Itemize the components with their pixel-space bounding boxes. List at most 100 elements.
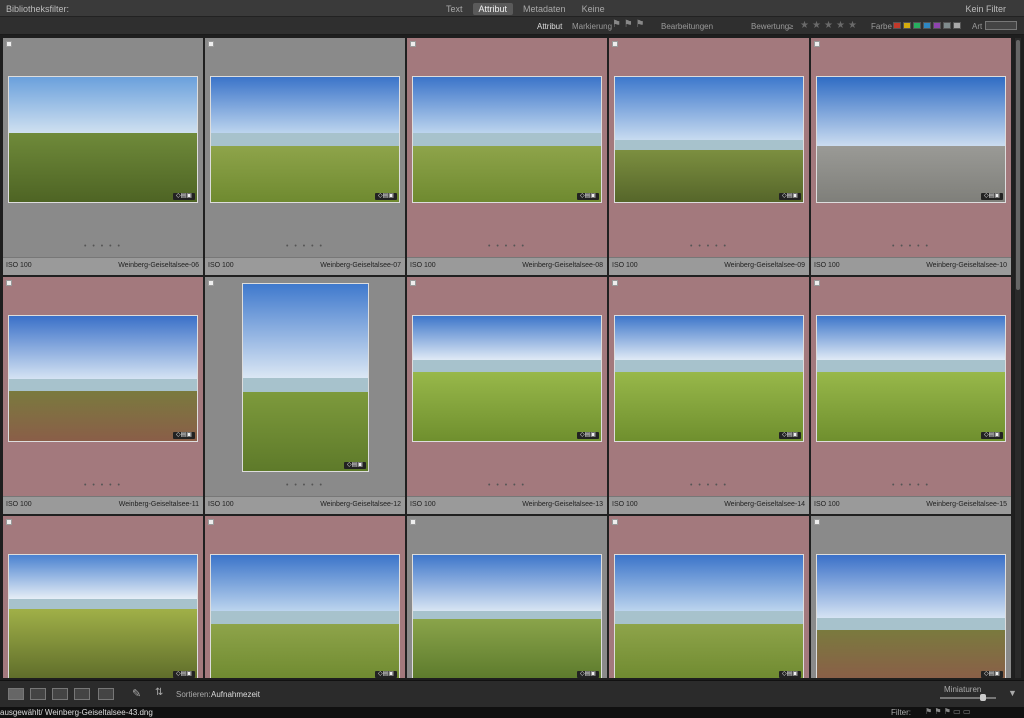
grid-cell[interactable]: ◇▤▣• • • • • bbox=[205, 516, 405, 678]
grid-cell[interactable]: ◇▤▣ • • • • • ISO 100 Weinberg-Geiseltalsee… bbox=[407, 277, 607, 514]
grid-cell[interactable]: ◇▤▣ • • • • • ISO 100 Weinberg-Geiseltalsee… bbox=[3, 38, 203, 275]
selection-checkbox[interactable] bbox=[6, 280, 12, 286]
star-icon[interactable]: ★ bbox=[800, 20, 809, 31]
selection-checkbox[interactable] bbox=[6, 519, 12, 525]
selection-checkbox[interactable] bbox=[410, 519, 416, 525]
tab-attribut[interactable]: Attribut bbox=[472, 3, 514, 15]
rating-dots[interactable]: • • • • • bbox=[3, 243, 203, 250]
tab-keine[interactable]: Keine bbox=[576, 3, 611, 15]
thumbnail-image[interactable]: ◇▤▣ bbox=[412, 554, 602, 678]
grid-cell[interactable]: ◇▤▣ • • • • • ISO 100 Weinberg-Geiseltalsee… bbox=[3, 277, 203, 514]
grid-cell[interactable]: ◇▤▣ • • • • • ISO 100 Weinberg-Geiseltalsee… bbox=[407, 38, 607, 275]
thumbnail-badges-icon[interactable]: ◇▤▣ bbox=[981, 671, 1003, 678]
sort-direction-icon[interactable]: ⇅ bbox=[155, 687, 163, 698]
thumbnail-image[interactable]: ◇▤▣ bbox=[816, 554, 1006, 678]
thumbnail-badges-icon[interactable]: ◇▤▣ bbox=[344, 462, 366, 469]
star-icon[interactable]: ★ bbox=[812, 20, 821, 31]
selection-checkbox[interactable] bbox=[208, 280, 214, 286]
thumbnail-image[interactable]: ◇▤▣ bbox=[412, 315, 602, 442]
filter-flag-icons[interactable]: ⚑ ⚑ ⚑ ▭ ▭ bbox=[925, 707, 971, 716]
thumbnail-image[interactable]: ◇▤▣ bbox=[8, 76, 198, 203]
thumbnail-badges-icon[interactable]: ◇▤▣ bbox=[577, 671, 599, 678]
rating-dots[interactable]: • • • • • bbox=[609, 243, 809, 250]
selection-checkbox[interactable] bbox=[410, 41, 416, 47]
thumbnail-image[interactable]: ◇▤▣ bbox=[210, 76, 400, 203]
tab-metadaten[interactable]: Metadaten bbox=[517, 3, 572, 15]
rating-dots[interactable]: • • • • • bbox=[205, 243, 405, 250]
thumbnail-badges-icon[interactable]: ◇▤▣ bbox=[577, 432, 599, 439]
rating-dots[interactable]: • • • • • bbox=[407, 482, 607, 489]
grid-cell[interactable]: ◇▤▣• • • • • bbox=[3, 516, 203, 678]
rating-dots[interactable]: • • • • • bbox=[811, 482, 1011, 489]
thumbnail-image[interactable]: ◇▤▣ bbox=[614, 554, 804, 678]
selection-checkbox[interactable] bbox=[814, 41, 820, 47]
thumbnail-image[interactable]: ◇▤▣ bbox=[8, 554, 198, 678]
thumbnail-size-slider[interactable] bbox=[940, 697, 996, 699]
grid-cell[interactable]: ◇▤▣• • • • • bbox=[811, 516, 1011, 678]
color-swatch-green[interactable] bbox=[913, 22, 921, 29]
color-swatch-red[interactable] bbox=[893, 22, 901, 29]
rating-dots[interactable]: • • • • • bbox=[407, 243, 607, 250]
thumbnail-badges-icon[interactable]: ◇▤▣ bbox=[779, 193, 801, 200]
scrollbar-thumb[interactable] bbox=[1016, 40, 1020, 290]
selection-checkbox[interactable] bbox=[612, 280, 618, 286]
toolbar-menu-icon[interactable]: ▼ bbox=[1008, 688, 1017, 698]
grid-cell[interactable]: ◇▤▣ • • • • • ISO 100 Weinberg-Geiseltalsee… bbox=[811, 277, 1011, 514]
thumbnail-badges-icon[interactable]: ◇▤▣ bbox=[375, 193, 397, 200]
grid-cell[interactable]: ◇▤▣• • • • • bbox=[407, 516, 607, 678]
selection-checkbox[interactable] bbox=[612, 41, 618, 47]
grid-cell[interactable]: ◇▤▣ • • • • • ISO 100 Weinberg-Geiseltalsee… bbox=[609, 277, 809, 514]
rating-dots[interactable]: • • • • • bbox=[609, 482, 809, 489]
selection-checkbox[interactable] bbox=[6, 41, 12, 47]
flag-icons[interactable]: ⚑ ⚑ ⚑ bbox=[612, 19, 644, 30]
grid-cell[interactable]: ◇▤▣ • • • • • ISO 100 Weinberg-Geiseltalsee… bbox=[609, 38, 809, 275]
color-swatch-blue[interactable] bbox=[923, 22, 931, 29]
spray-can-icon[interactable]: ✎ bbox=[132, 687, 141, 700]
thumbnail-image[interactable]: ◇▤▣ bbox=[242, 283, 369, 472]
tab-text[interactable]: Text bbox=[440, 3, 469, 15]
selection-checkbox[interactable] bbox=[208, 41, 214, 47]
selection-checkbox[interactable] bbox=[410, 280, 416, 286]
rating-dots[interactable]: • • • • • bbox=[3, 482, 203, 489]
selection-checkbox[interactable] bbox=[814, 280, 820, 286]
kind-toggle-group[interactable] bbox=[985, 21, 1017, 30]
selection-checkbox[interactable] bbox=[612, 519, 618, 525]
grid-view-icon[interactable] bbox=[8, 688, 24, 700]
thumbnail-image[interactable]: ◇▤▣ bbox=[412, 76, 602, 203]
bewertung-operator[interactable]: ≥ bbox=[789, 22, 793, 31]
thumbnail-badges-icon[interactable]: ◇▤▣ bbox=[375, 671, 397, 678]
grid-cell[interactable]: ◇▤▣• • • • • bbox=[609, 516, 809, 678]
survey-view-icon[interactable] bbox=[74, 688, 90, 700]
selection-checkbox[interactable] bbox=[814, 519, 820, 525]
color-swatch-yellow[interactable] bbox=[903, 22, 911, 29]
thumbnail-image[interactable]: ◇▤▣ bbox=[210, 554, 400, 678]
thumbnail-badges-icon[interactable]: ◇▤▣ bbox=[577, 193, 599, 200]
thumbnail-badges-icon[interactable]: ◇▤▣ bbox=[173, 193, 195, 200]
thumbnail-badges-icon[interactable]: ◇▤▣ bbox=[981, 432, 1003, 439]
selection-checkbox[interactable] bbox=[208, 519, 214, 525]
rating-dots[interactable]: • • • • • bbox=[205, 482, 405, 489]
color-swatch-none[interactable] bbox=[953, 22, 961, 29]
star-icon[interactable]: ★ bbox=[824, 20, 833, 31]
grid-cell[interactable]: ◇▤▣ • • • • • ISO 100 Weinberg-Geiseltalsee… bbox=[205, 277, 405, 514]
thumbnail-image[interactable]: ◇▤▣ bbox=[816, 315, 1006, 442]
rating-dots[interactable]: • • • • • bbox=[811, 243, 1011, 250]
thumbnail-badges-icon[interactable]: ◇▤▣ bbox=[779, 432, 801, 439]
compare-view-icon[interactable] bbox=[52, 688, 68, 700]
color-swatch-gray[interactable] bbox=[943, 22, 951, 29]
thumbnail-image[interactable]: ◇▤▣ bbox=[614, 315, 804, 442]
filter-preset-dropdown[interactable]: Kein Filter bbox=[965, 4, 1006, 14]
loupe-view-icon[interactable] bbox=[30, 688, 46, 700]
thumbnail-image[interactable]: ◇▤▣ bbox=[8, 315, 198, 442]
grid-cell[interactable]: ◇▤▣ • • • • • ISO 100 Weinberg-Geiseltalsee… bbox=[205, 38, 405, 275]
star-icon[interactable]: ★ bbox=[836, 20, 845, 31]
thumbnail-badges-icon[interactable]: ◇▤▣ bbox=[173, 671, 195, 678]
people-view-icon[interactable] bbox=[98, 688, 114, 700]
thumbnail-badges-icon[interactable]: ◇▤▣ bbox=[981, 193, 1003, 200]
color-swatch-purple[interactable] bbox=[933, 22, 941, 29]
thumbnail-image[interactable]: ◇▤▣ bbox=[614, 76, 804, 203]
sort-dropdown[interactable]: Aufnahmezeit bbox=[211, 690, 260, 699]
star-icon[interactable]: ★ bbox=[848, 20, 857, 31]
slider-handle[interactable] bbox=[980, 694, 986, 701]
grid-scrollbar[interactable] bbox=[1015, 38, 1021, 678]
